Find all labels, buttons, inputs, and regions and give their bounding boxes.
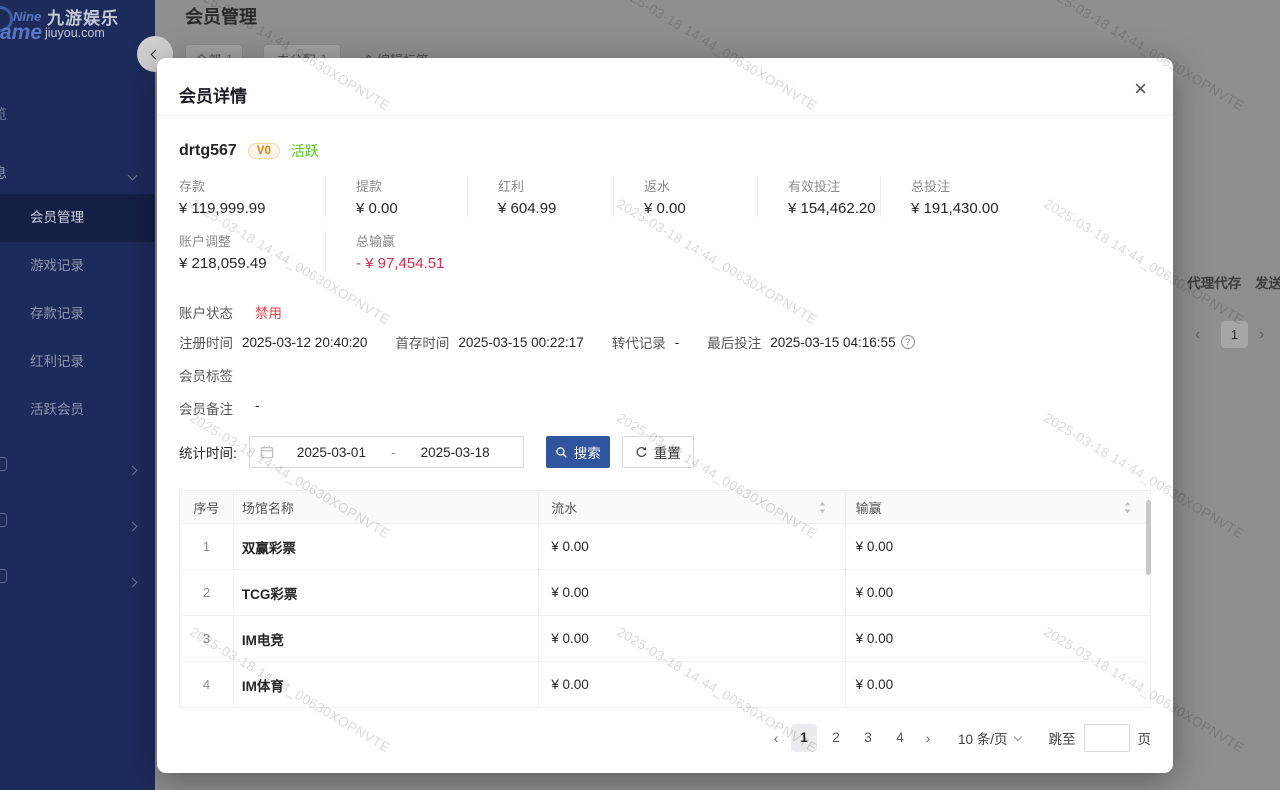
- col-header-no: 序号: [180, 491, 233, 523]
- member-detail-modal: 会员详情 × drtg567 V0 活跃 存款 ¥ 119,999.99 提款 …: [157, 58, 1173, 773]
- sidebar-group-collapsed-3[interactable]: [0, 555, 155, 599]
- background-table-header-fragment: 情 代理代存 发送: [1160, 272, 1280, 292]
- stat-total-bets: 总投注 ¥ 191,430.00: [880, 176, 1120, 217]
- sidebar-group-collapsed-2[interactable]: [0, 499, 155, 543]
- venue-name: IM电竞: [242, 629, 284, 649]
- brand-logo: Nine 九游娱乐 ame jiuyou.com: [0, 0, 155, 60]
- calendar-icon: [260, 445, 274, 459]
- sidebar-group-clipped-label: 息: [0, 163, 7, 183]
- member-notes-value: -: [255, 398, 260, 418]
- member-info-row: 注册时间 2025-03-12 20:40:20 首存时间 2025-03-15…: [179, 332, 1151, 352]
- stat-rebate: 返水 ¥ 0.00: [613, 176, 757, 217]
- chevron-right-icon: [129, 461, 136, 479]
- page-title: 会员管理: [185, 3, 257, 29]
- chevron-down-icon: [129, 166, 136, 184]
- reset-icon: [635, 446, 648, 459]
- sidebar-item-member-management[interactable]: 会员管理: [0, 194, 155, 242]
- member-tags-row: 会员标签: [179, 365, 1151, 385]
- vip-level-badge: V0: [248, 143, 280, 159]
- sidebar-item-game-records[interactable]: 游戏记录: [0, 242, 155, 290]
- background-next-page-button[interactable]: ›: [1259, 326, 1264, 344]
- close-icon[interactable]: ×: [1134, 78, 1147, 100]
- logo-domain: jiuyou.com: [45, 26, 105, 40]
- page-suffix-label: 页: [1138, 728, 1152, 748]
- jump-to-label: 跳至: [1049, 728, 1076, 748]
- member-summary: drtg567 V0 活跃: [179, 140, 1151, 162]
- sort-icon[interactable]: [818, 501, 827, 514]
- modal-title: 会员详情: [179, 82, 247, 107]
- date-separator: -: [389, 445, 397, 460]
- venue-name: 双赢彩票: [242, 537, 296, 557]
- sidebar-group-icon: [0, 457, 7, 471]
- end-date[interactable]: 2025-03-18: [397, 445, 512, 460]
- col-header-turnover: 流水: [538, 491, 844, 523]
- table-row: 2 TCG彩票 ¥ 0.00 ¥ 0.00: [180, 570, 1150, 616]
- col-header-venue: 场馆名称: [233, 491, 538, 523]
- chevron-down-icon: [1013, 732, 1021, 740]
- sidebar-group-collapsed-1[interactable]: [0, 443, 155, 487]
- prev-page-button[interactable]: ‹: [764, 731, 788, 746]
- modal-header: 会员详情 ×: [157, 58, 1173, 116]
- stat-total-winloss: 总输赢 - ¥ 97,454.51: [325, 231, 467, 272]
- stat-deposit: 存款 ¥ 119,999.99: [179, 176, 325, 217]
- page-number-2[interactable]: 2: [823, 724, 849, 752]
- col-header-winloss: 输赢: [845, 491, 1150, 523]
- info-last-bet: 最后投注 2025-03-15 04:16:55 ?: [707, 332, 914, 352]
- member-name: drtg567: [179, 142, 237, 160]
- sort-icon[interactable]: [1123, 501, 1132, 514]
- start-date[interactable]: 2025-03-01: [274, 445, 389, 460]
- page-number-1[interactable]: 1: [791, 724, 817, 752]
- info-first-deposit-time: 首存时间 2025-03-15 00:22:17: [395, 332, 583, 352]
- sidebar-clipped-label: 览: [0, 104, 7, 124]
- table-scrollbar[interactable]: [1146, 500, 1151, 575]
- venue-stats-table: 序号 场馆名称 流水 输赢: [179, 490, 1151, 708]
- info-register-time: 注册时间 2025-03-12 20:40:20: [179, 332, 367, 352]
- logo-text-ame: ame: [0, 21, 42, 45]
- member-notes-row: 会员备注 -: [179, 398, 1151, 418]
- sidebar-group-member-info[interactable]: 息: [0, 150, 155, 194]
- stats-row-1: 存款 ¥ 119,999.99 提款 ¥ 0.00 红利 ¥ 604.99 返水…: [179, 176, 1151, 217]
- stat-withdrawal: 提款 ¥ 0.00: [325, 176, 467, 217]
- pagination: ‹ 1 2 3 4 › 10 条/页 跳至 页: [179, 724, 1151, 752]
- date-range-picker[interactable]: 2025-03-01 - 2025-03-18: [249, 436, 524, 468]
- sidebar-group-icon: [0, 513, 7, 527]
- venue-name: TCG彩票: [242, 583, 298, 603]
- page-number-4[interactable]: 4: [887, 724, 913, 752]
- table-header-row: 序号 场馆名称 流水 输赢: [180, 491, 1150, 524]
- next-page-button[interactable]: ›: [916, 731, 940, 746]
- stat-valid-bets: 有效投注 ¥ 154,462.20: [757, 176, 880, 217]
- info-agent-transfer-record: 转代记录 -: [612, 332, 680, 352]
- sidebar-item-active-members[interactable]: 活跃会员: [0, 386, 155, 434]
- background-prev-page-button[interactable]: ‹: [1195, 326, 1200, 344]
- jump-to-page-input[interactable]: [1084, 724, 1130, 752]
- page-number-3[interactable]: 3: [855, 724, 881, 752]
- page-size-select[interactable]: 10 条/页: [958, 728, 1021, 748]
- chevron-right-icon: [129, 573, 136, 591]
- sidebar: Nine 九游娱乐 ame jiuyou.com 览 息 会员管理 游戏记录 存…: [0, 0, 155, 790]
- stats-filter-row: 统计时间: 2025-03-01 - 2025-03-18: [179, 436, 1151, 468]
- sidebar-group-icon: [0, 569, 7, 583]
- date-range-label: 统计时间:: [179, 442, 237, 462]
- sidebar-item-bonus-records[interactable]: 红利记录: [0, 338, 155, 386]
- account-status-value: 禁用: [255, 302, 282, 322]
- stat-bonus: 红利 ¥ 604.99: [467, 176, 613, 217]
- modal-body: drtg567 V0 活跃 存款 ¥ 119,999.99 提款 ¥ 0.00 …: [157, 140, 1173, 752]
- table-row: 3 IM电竞 ¥ 0.00 ¥ 0.00: [180, 616, 1150, 662]
- search-icon: [555, 446, 568, 459]
- table-row: 1 双赢彩票 ¥ 0.00 ¥ 0.00: [180, 524, 1150, 570]
- sidebar-item-deposit-records[interactable]: 存款记录: [0, 290, 155, 338]
- app-root: Nine 九游娱乐 ame jiuyou.com 览 息 会员管理 游戏记录 存…: [0, 0, 1280, 790]
- stat-account-adjustment: 账户调整 ¥ 218,059.49: [179, 231, 325, 272]
- table-row: 4 IM体育 ¥ 0.00 ¥ 0.00: [180, 662, 1150, 708]
- account-status-row: 账户状态 禁用: [179, 302, 1151, 322]
- search-button[interactable]: 搜索: [546, 436, 610, 468]
- reset-button[interactable]: 重置: [622, 436, 694, 468]
- stats-row-2: 账户调整 ¥ 218,059.49 总输赢 - ¥ 97,454.51: [179, 231, 1151, 272]
- venue-name: IM体育: [242, 675, 284, 695]
- question-circle-icon[interactable]: ?: [901, 335, 915, 349]
- member-status-badge: 活跃: [291, 141, 319, 161]
- background-page-number[interactable]: 1: [1221, 321, 1248, 348]
- chevron-right-icon: [129, 517, 136, 535]
